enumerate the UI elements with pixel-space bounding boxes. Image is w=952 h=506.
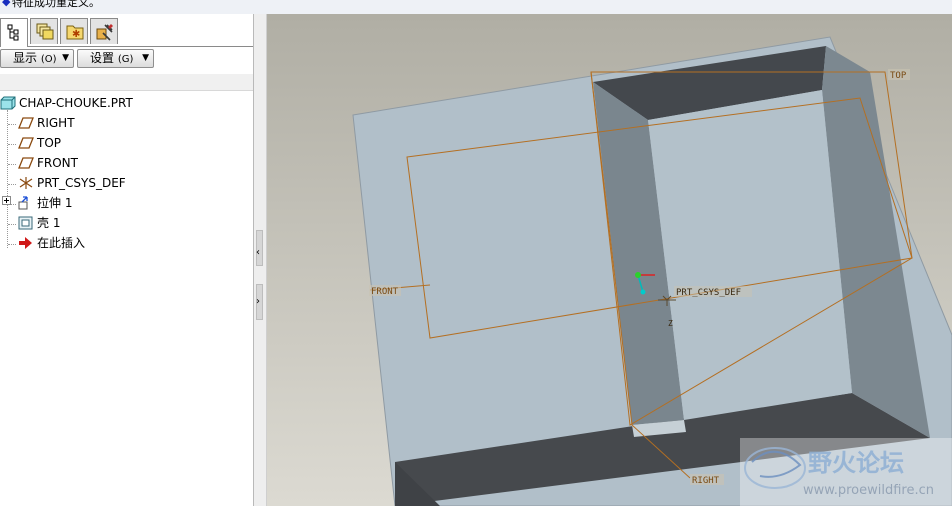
show-hotkey: (O) <box>40 54 57 65</box>
settings-dropdown[interactable]: 设置 (G) ▼ <box>77 49 154 68</box>
csys-origin <box>635 272 641 278</box>
info-icon: ◆ <box>2 0 11 8</box>
tree-toolbar: 显示 (O) ▼ 设置 (G) ▼ <box>0 48 253 70</box>
tree-connector <box>8 164 16 165</box>
datum-plane-icon <box>18 157 34 169</box>
datum-label-front[interactable]: FRONT <box>371 287 399 297</box>
tree-connector <box>8 144 16 145</box>
tab-model-tree[interactable] <box>0 18 28 47</box>
tab-favorites[interactable]: ✱ <box>60 18 88 44</box>
layers-icon <box>36 23 54 40</box>
datum-plane-icon <box>18 117 34 129</box>
tree-header-strip <box>0 74 253 91</box>
navigator-tabs: ✱ <box>0 16 253 47</box>
status-message: 特征成功重定义。 <box>12 0 100 9</box>
pane-splitter[interactable]: ‹ › <box>254 14 267 506</box>
chevron-down-icon: ▼ <box>142 53 149 63</box>
part-icon <box>0 96 16 110</box>
tree-guide-line <box>7 110 8 248</box>
tree-item-label: 拉伸 1 <box>37 196 73 210</box>
datum-label-top[interactable]: TOP <box>890 71 907 81</box>
datum-plane-icon <box>18 137 34 149</box>
favorites-icon: ✱ <box>66 25 84 40</box>
tree-connector <box>8 124 16 125</box>
insert-arrow-icon <box>19 237 32 249</box>
tree-connector <box>8 244 16 245</box>
tree-item-label: CHAP-CHOUKE.PRT <box>19 96 133 110</box>
tree-item-label: PRT_CSYS_DEF <box>37 176 126 190</box>
csys-label[interactable]: PRT_CSYS_DEF <box>676 288 741 298</box>
navigator-pane: ✱ 显示 (O) ▼ 设置 (G) ▼ CHAP-CHOUKE.PRT RIGH… <box>0 14 254 506</box>
message-bar: ◆ 特征成功重定义。 <box>0 0 952 14</box>
datum-label-right[interactable]: RIGHT <box>692 476 720 486</box>
svg-text:✱: ✱ <box>72 29 80 40</box>
model-canvas[interactable]: TOP FRONT RIGHT PRT_CSYS_DEF Z 野火论坛 www.… <box>267 14 952 506</box>
part-inner-face <box>648 90 852 420</box>
tools-icon <box>96 24 113 41</box>
chevron-left-icon[interactable]: ‹ <box>256 247 260 258</box>
extrude-icon <box>18 196 28 210</box>
show-dropdown[interactable]: 显示 (O) ▼ <box>0 49 74 68</box>
model-tree-icon <box>7 24 19 41</box>
settings-label: 设置 <box>90 51 115 65</box>
tree-connector <box>8 224 16 225</box>
tree-connector <box>11 204 16 205</box>
watermark: 野火论坛 www.proewildfire.cn <box>740 438 952 506</box>
tree-item-label: FRONT <box>37 156 78 170</box>
tree-item-label: TOP <box>37 136 62 150</box>
coordinate-system-icon <box>19 177 33 189</box>
chevron-right-icon[interactable]: › <box>256 296 260 307</box>
graphics-viewport[interactable]: TOP FRONT RIGHT PRT_CSYS_DEF Z 野火论坛 www.… <box>267 14 952 506</box>
watermark-url: www.proewildfire.cn <box>803 483 934 498</box>
shell-icon <box>18 216 33 230</box>
chevron-down-icon: ▼ <box>62 53 69 63</box>
csys-y-dot <box>640 289 646 295</box>
tab-tools[interactable] <box>90 18 118 44</box>
z-axis-label: Z <box>668 319 673 328</box>
watermark-title: 野火论坛 <box>808 449 904 477</box>
tree-item-label: 在此插入 <box>37 236 86 250</box>
expand-toggle-icon[interactable] <box>2 196 11 205</box>
tree-item-label: 壳 1 <box>37 216 61 230</box>
tab-layers[interactable] <box>30 18 58 44</box>
settings-hotkey: (G) <box>117 54 134 65</box>
tree-item-label: RIGHT <box>37 116 75 130</box>
show-label: 显示 <box>13 51 38 65</box>
tree-connector <box>8 184 16 185</box>
